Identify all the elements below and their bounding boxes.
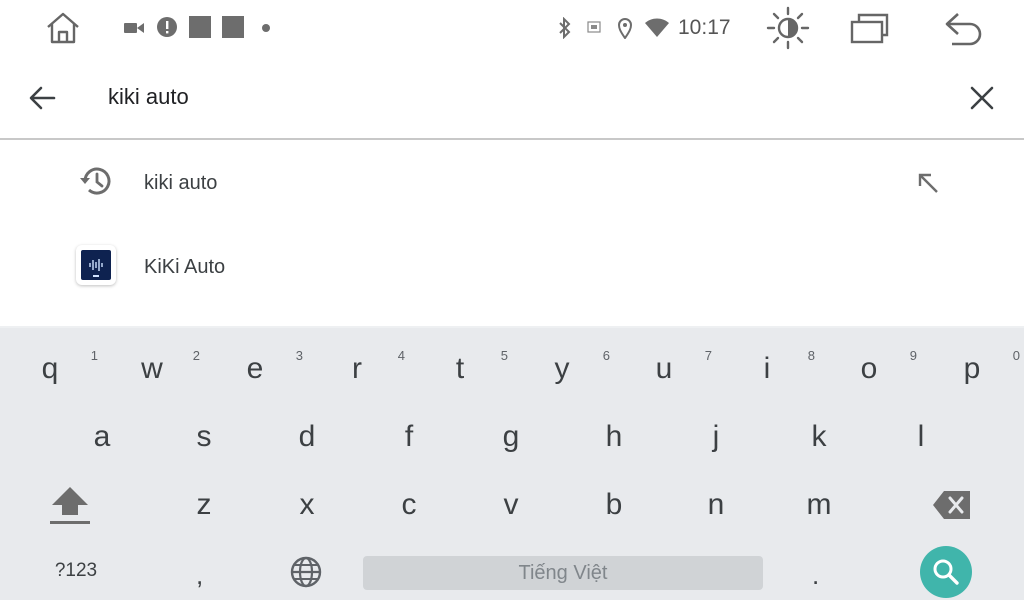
comma-key[interactable]: , (196, 560, 203, 591)
key-m[interactable]: m (771, 472, 867, 538)
key-s[interactable]: s (156, 404, 252, 470)
key-c[interactable]: c (361, 472, 457, 538)
key-a[interactable]: a (54, 404, 150, 470)
key-r[interactable]: r4 (309, 336, 405, 402)
history-icon (78, 163, 114, 199)
key-x[interactable]: x (259, 472, 355, 538)
kiki-auto-app-icon (76, 245, 116, 285)
key-i[interactable]: i8 (719, 336, 815, 402)
search-action-button[interactable] (920, 546, 972, 598)
fill-query-arrow-icon[interactable] (912, 167, 944, 199)
key-k[interactable]: k (771, 404, 867, 470)
home-icon[interactable] (40, 6, 86, 50)
arrow-back-icon[interactable] (24, 80, 60, 116)
search-input[interactable]: kiki auto (108, 84, 189, 110)
suggestion-history[interactable]: kiki auto (0, 141, 1024, 225)
status-time: 10:17 (678, 16, 731, 39)
key-e[interactable]: e3 (207, 336, 303, 402)
space-key[interactable]: Tiếng Việt (363, 556, 763, 590)
key-u[interactable]: u7 (616, 336, 712, 402)
key-z[interactable]: z (156, 472, 252, 538)
symbols-key[interactable]: ?123 (28, 560, 124, 582)
camera-icon (124, 18, 144, 38)
shift-icon (50, 487, 90, 524)
back-icon[interactable] (938, 10, 986, 46)
period-key[interactable]: . (812, 560, 819, 591)
suggestion-label: kiki auto (144, 172, 218, 194)
keyboard: q1 w2 e3 r4 t5 y6 u7 i8 o9 p0 a s d f g … (0, 326, 1024, 600)
cast-icon (586, 20, 602, 34)
status-bar: 10:17 (0, 0, 1024, 56)
notification-square-icon (189, 16, 211, 38)
suggestion-label: KiKi Auto (144, 256, 226, 278)
key-h[interactable]: h (566, 404, 662, 470)
location-icon (616, 16, 634, 40)
key-o[interactable]: o9 (821, 336, 917, 402)
key-g[interactable]: g (463, 404, 559, 470)
recents-icon[interactable] (848, 10, 892, 46)
backspace-key[interactable] (904, 472, 1000, 538)
key-d[interactable]: d (259, 404, 355, 470)
brightness-icon[interactable] (764, 4, 812, 52)
key-j[interactable]: j (668, 404, 764, 470)
backspace-icon (933, 491, 970, 519)
key-l[interactable]: l (873, 404, 969, 470)
suggestion-app[interactable]: KiKi Auto (0, 225, 1024, 309)
key-t[interactable]: t5 (412, 336, 508, 402)
key-w[interactable]: w2 (104, 336, 200, 402)
globe-icon[interactable] (288, 554, 324, 590)
dot-icon (262, 24, 270, 32)
key-f[interactable]: f (361, 404, 457, 470)
key-p[interactable]: p0 (924, 336, 1020, 402)
search-bar: kiki auto (0, 56, 1024, 140)
shift-key[interactable] (22, 472, 118, 538)
key-v[interactable]: v (463, 472, 559, 538)
key-y[interactable]: y6 (514, 336, 611, 402)
key-b[interactable]: b (566, 472, 662, 538)
bluetooth-icon (556, 16, 574, 40)
clear-icon[interactable] (964, 80, 1000, 116)
notification-square-icon (222, 16, 244, 38)
key-q[interactable]: q1 (2, 336, 98, 402)
key-n[interactable]: n (668, 472, 764, 538)
alert-icon (156, 16, 178, 38)
wifi-icon (644, 16, 670, 40)
space-key-label: Tiếng Việt (518, 561, 608, 584)
search-icon (933, 559, 959, 585)
